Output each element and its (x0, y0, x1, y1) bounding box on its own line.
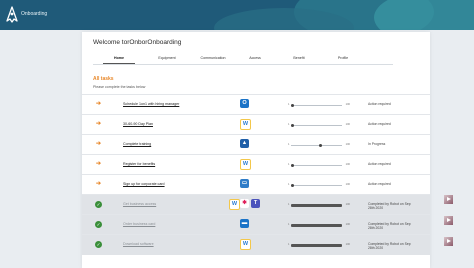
outlook-icon[interactable]: O (240, 99, 249, 108)
card-icon[interactable]: ▭ (240, 179, 249, 188)
task-status: Completed by Robot on Sep 28th 2020 (368, 222, 411, 230)
task-status: Action required (368, 122, 391, 126)
task-progress: 1 100 (288, 123, 350, 127)
task-progress: 1 100 (288, 103, 350, 107)
page-title: Welcome torOnborOnboarding (93, 39, 182, 46)
check-icon: ✓ (95, 201, 102, 208)
task-status: Completed by Robot on Sep 28th 2020 (368, 202, 411, 210)
arrow-right-icon: ➔ (95, 161, 102, 167)
check-icon: ✓ (95, 221, 102, 228)
task-link[interactable]: 30-60-90 Day Plan (123, 122, 153, 126)
word-icon[interactable]: W (240, 159, 251, 170)
task-status: Completed by Robot on Sep 28th 2020 (368, 242, 411, 250)
word-icon[interactable]: W (229, 199, 240, 210)
task-status: Action required (368, 182, 391, 186)
task-progress: 1 100 (288, 243, 350, 247)
task-link[interactable]: Register for benefits (123, 162, 155, 166)
task-link[interactable]: Schedule 1on1 with hiring manager (123, 102, 179, 106)
task-row[interactable]: ➔ Register for benefits W 1 100 Action r… (82, 154, 430, 175)
task-status: Action required (368, 162, 391, 166)
learning-icon[interactable]: ▲ (240, 139, 249, 148)
tab-communication[interactable]: Communication (191, 56, 235, 60)
task-progress: 1 100 (288, 203, 350, 207)
task-row[interactable]: ✓ Download software W 1 100 Completed by… (82, 234, 430, 255)
check-icon: ✓ (95, 241, 102, 248)
word-icon[interactable]: W (240, 119, 251, 130)
teams-icon[interactable]: T (251, 199, 260, 208)
task-link[interactable]: Download software (123, 242, 154, 246)
arrow-right-icon: ➔ (95, 181, 102, 187)
arrow-right-icon: ➔ (95, 121, 102, 127)
laptop-icon[interactable]: ▬ (240, 219, 249, 228)
tab-home[interactable]: Home (97, 56, 141, 64)
tab-profile[interactable]: Profile (321, 56, 365, 60)
section-instruction: Please complete the tasks below (93, 85, 146, 89)
tab-equipment[interactable]: Equipment (145, 56, 189, 60)
task-link[interactable]: Complete training (123, 142, 151, 146)
play-icon (447, 218, 451, 222)
tab-access[interactable]: Access (233, 56, 277, 60)
arrow-right-icon: ➔ (95, 101, 102, 107)
task-progress: 1 100 (288, 143, 350, 147)
task-link[interactable]: Get business access (123, 202, 156, 206)
app-header: Onboarding (0, 0, 474, 30)
rocket-logo-icon[interactable] (5, 6, 19, 24)
tab-benefit[interactable]: Benefit (277, 56, 321, 60)
tab-bar: Home Equipment Communication Access Bene… (93, 54, 393, 65)
task-row[interactable]: ➔ Complete training ▲ 1 100 In Progress (82, 134, 430, 155)
task-link[interactable]: Sign up for corporate card (123, 182, 165, 186)
task-progress: 1 100 (288, 223, 350, 227)
task-status: In Progress (368, 142, 386, 146)
play-icon (447, 239, 451, 243)
task-row[interactable]: ✓ Get business access W ✱ T 1 100 Comple… (82, 194, 430, 215)
task-row[interactable]: ➔ Sign up for corporate card ▭ 1 100 Act… (82, 174, 430, 195)
play-icon (447, 197, 451, 201)
header-decoration (374, 0, 474, 30)
section-title: All tasks (93, 76, 114, 82)
task-progress: 1 100 (288, 183, 350, 187)
word-icon[interactable]: W (240, 239, 251, 250)
task-row[interactable]: ➔ Schedule 1on1 with hiring manager O 1 … (82, 94, 430, 115)
onboarding-panel: Welcome torOnborOnboarding Home Equipmen… (82, 32, 430, 268)
arrow-right-icon: ➔ (95, 141, 102, 147)
task-status: Action required (368, 102, 391, 106)
task-progress: 1 100 (288, 163, 350, 167)
task-row[interactable]: ➔ 30-60-90 Day Plan W 1 100 Action requi… (82, 114, 430, 135)
task-row[interactable]: ✓ Order business card ▬ 1 100 Completed … (82, 214, 430, 235)
slack-icon[interactable]: ✱ (240, 199, 249, 208)
app-title: Onboarding (21, 11, 48, 17)
task-link[interactable]: Order business card (123, 222, 155, 226)
